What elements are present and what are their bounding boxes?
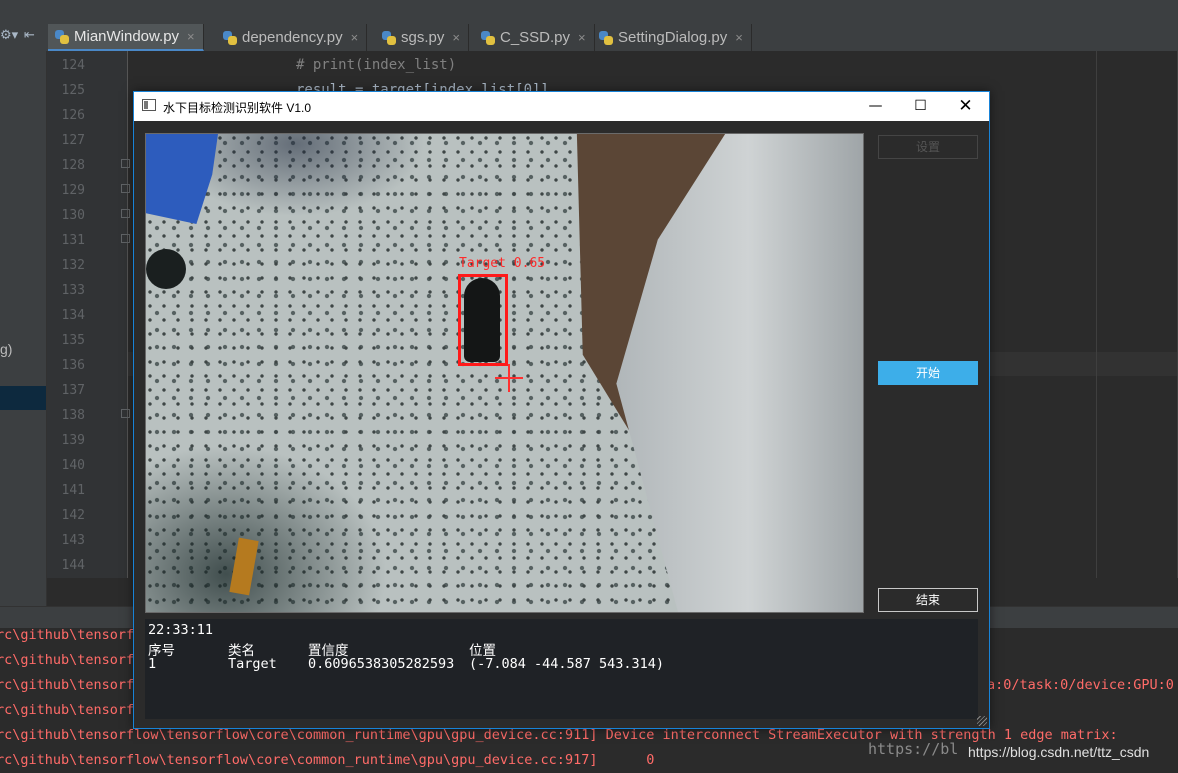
line-number: 143: [61, 533, 85, 548]
console-line: rc\github\tensorf: [0, 627, 135, 643]
python-file-icon: [598, 30, 614, 46]
right-margin-guide: [1096, 51, 1097, 578]
python-file-icon: [381, 30, 397, 46]
camera-video-feed: Target 0.65: [145, 133, 864, 613]
yellow-object: [229, 537, 259, 596]
line-number: 144: [61, 558, 85, 573]
window-title: 水下目标检测识别软件 V1.0: [163, 101, 312, 115]
minimize-button[interactable]: —: [853, 92, 898, 121]
line-number: 136: [61, 358, 85, 373]
console-line: rc\github\tensorf: [0, 677, 135, 693]
line-number: 139: [61, 433, 85, 448]
row-position: (-7.084 -44.587 543.314): [469, 656, 665, 672]
project-selected-row[interactable]: [0, 386, 46, 410]
close-icon[interactable]: ×: [351, 30, 359, 45]
python-file-icon: [480, 30, 496, 46]
watermark-url: https://blog.csdn.net/ttz_csdn: [968, 744, 1150, 760]
editor-tab-bar: ⚙▾ ⇤ MianWindow.py × dependency.py × sgs…: [0, 24, 1178, 52]
line-number: 124: [61, 58, 85, 73]
fold-marker-icon[interactable]: [121, 159, 130, 168]
row-class: Target: [228, 656, 277, 672]
settings-button[interactable]: 设置: [878, 135, 978, 159]
app-icon: [142, 99, 156, 111]
line-number: 129: [61, 183, 85, 198]
line-number: 135: [61, 333, 85, 348]
watermark: https://bl: [868, 740, 959, 758]
fold-marker-icon[interactable]: [121, 409, 130, 418]
output-time: 22:33:11: [148, 622, 214, 638]
tab-mianwindow[interactable]: MianWindow.py ×: [48, 24, 204, 51]
code-line[interactable]: # print(index_list): [296, 57, 456, 73]
line-number: 142: [61, 508, 85, 523]
window-titlebar[interactable]: 水下目标检测识别软件 V1.0 — ☐ ✕: [134, 92, 989, 121]
project-panel-text: g): [0, 341, 13, 357]
blue-object: [146, 134, 218, 224]
tab-dependency[interactable]: dependency.py ×: [216, 24, 368, 51]
fold-marker-icon[interactable]: [121, 209, 130, 218]
line-number: 131: [61, 233, 85, 248]
tab-c-ssd[interactable]: C_SSD.py ×: [474, 24, 595, 51]
line-number: 127: [61, 133, 85, 148]
line-number: 125: [61, 83, 85, 98]
tab-label: SettingDialog.py: [618, 29, 728, 46]
console-line-tail: a:0/task:0/device:GPU:0: [987, 677, 1174, 693]
python-file-icon: [222, 30, 238, 46]
detection-bounding-box: [458, 274, 508, 366]
line-number: 128: [61, 158, 85, 173]
close-icon[interactable]: ×: [187, 29, 195, 44]
end-button[interactable]: 结束: [878, 588, 978, 612]
crosshair-icon: [508, 364, 510, 392]
resize-grip-icon[interactable]: [977, 716, 987, 726]
tab-label: sgs.py: [401, 29, 445, 46]
detection-output-panel[interactable]: 22:33:11 序号 类名 置信度 位置 1 Target 0.6096538…: [145, 619, 978, 719]
console-line: rc\github\tensorflow\tensorflow\core\com…: [0, 752, 655, 768]
line-number: 141: [61, 483, 85, 498]
detection-label: Target 0.65: [459, 256, 546, 271]
line-number: 133: [61, 283, 85, 298]
line-number: 134: [61, 308, 85, 323]
ide-toolbar: [0, 0, 1178, 25]
project-panel: g): [0, 51, 47, 606]
console-line: rc\github\tensorf: [0, 652, 135, 668]
line-number: 132: [61, 258, 85, 273]
gear-icon[interactable]: ⚙▾: [0, 28, 18, 43]
maximize-button[interactable]: ☐: [898, 92, 943, 121]
line-number: 138: [61, 408, 85, 423]
tab-label: C_SSD.py: [500, 29, 571, 46]
close-icon[interactable]: ×: [578, 30, 586, 45]
tab-settingdialog[interactable]: SettingDialog.py ×: [592, 24, 752, 51]
line-number-gutter: 124 125 126 127 128 129 130 131 132 133 …: [47, 51, 130, 578]
line-number: 140: [61, 458, 85, 473]
console-line: rc\github\tensorf: [0, 702, 135, 718]
close-button[interactable]: ✕: [943, 92, 988, 121]
line-number: 130: [61, 208, 85, 223]
tab-label: dependency.py: [242, 29, 343, 46]
row-confidence: 0.6096538305282593: [308, 656, 455, 672]
start-button[interactable]: 开始: [878, 361, 978, 385]
close-icon[interactable]: ×: [452, 30, 460, 45]
line-number: 126: [61, 108, 85, 123]
python-file-icon: [54, 29, 70, 45]
line-number: 137: [61, 383, 85, 398]
row-index: 1: [148, 656, 157, 672]
tab-label: MianWindow.py: [74, 28, 180, 45]
fold-marker-icon[interactable]: [121, 234, 130, 243]
close-icon[interactable]: ×: [735, 30, 743, 45]
collapse-icon[interactable]: ⇤: [24, 28, 35, 43]
tab-sgs[interactable]: sgs.py ×: [375, 24, 469, 51]
detection-app-window: 水下目标检测识别软件 V1.0 — ☐ ✕ Target 0.65 设置 开始 …: [133, 91, 990, 729]
dark-object: [146, 249, 186, 289]
fold-marker-icon[interactable]: [121, 184, 130, 193]
